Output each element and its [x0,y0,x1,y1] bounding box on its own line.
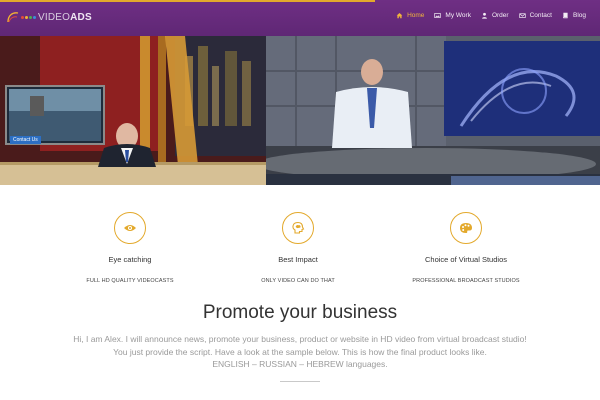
book-icon [563,12,568,19]
feature-title: Choice of Virtual Studios [425,255,507,264]
feature-subtitle: FULL HD QUALITY VIDEOCASTS [86,278,174,284]
nav-label-blog: Blog [572,12,586,19]
feature-best-impact: Best Impact ONLY VIDEO CAN DO THAT [208,212,388,284]
promo-line: ENGLISH – RUSSIAN – HEBREW languages. [212,359,388,369]
nav-item-blog[interactable]: Blog [562,12,586,19]
site-logo[interactable]: VIDEOADS [6,6,92,28]
nav-item-order[interactable]: Order [481,12,509,19]
feature-subtitle: PROFESSIONAL BROADCAST STUDIOS [412,278,520,284]
home-icon [396,13,403,19]
logo-dot [29,15,32,19]
palette-icon [460,223,472,233]
feature-icon-circle [114,212,146,244]
feature-icon-circle [450,212,482,244]
feature-title: Best Impact [278,255,318,264]
top-navigation-bar: VIDEOADS Home My Work Order Contact Blog [0,0,600,36]
feature-eye-catching: Eye catching FULL HD QUALITY VIDEOCASTS [40,212,220,284]
hero-image-virtual-studio [266,36,600,185]
logo-text-suffix: ADS [70,11,92,23]
head-brain-icon [292,221,305,234]
feature-icon-circle [282,212,314,244]
logo-dot [21,15,24,19]
user-icon [482,12,487,19]
promo-line: Hi, I am Alex. I will announce news, pro… [73,334,527,344]
logo-dot [33,15,36,19]
nav-item-home[interactable]: Home [396,12,424,19]
eye-icon [124,225,136,231]
nav-label-order: Order [491,12,509,19]
envelope-icon [518,13,526,18]
nav-label-contact: Contact [529,12,552,19]
logo-dot [25,15,28,19]
features-section: Eye catching FULL HD QUALITY VIDEOCASTS … [0,208,600,288]
studio-scene-right [266,36,600,185]
nav-label-my-work: My Work [445,12,471,19]
feature-virtual-studios: Choice of Virtual Studios PROFESSIONAL B… [376,212,556,284]
logo-text-prefix: VIDEO [38,11,71,23]
promo-line: You just provide the script. Have a look… [113,346,487,357]
logo-text: VIDEOADS [38,12,92,23]
hero-image-news-studio: Contact Us [0,36,266,185]
promo-heading: Promote your business [202,302,398,323]
feature-subtitle: ONLY VIDEO CAN DO THAT [261,278,335,284]
section-divider [280,381,320,382]
nav-item-contact[interactable]: Contact [518,12,552,19]
contact-us-lower-third: Contact Us [10,136,41,144]
image-icon [434,13,442,18]
logo-dots [21,15,36,19]
promo-description: Hi, I am Alex. I will announce news, pro… [40,333,560,371]
logo-swirl-icon [7,12,19,23]
studio-scene-left [0,36,266,185]
nav-item-my-work[interactable]: My Work [434,12,471,19]
hero-banner: Contact Us [0,36,600,185]
nav-label-home: Home [407,12,425,19]
main-nav: Home My Work Order Contact Blog [396,12,586,19]
feature-title: Eye catching [108,255,152,264]
top-accent-line [0,0,375,2]
